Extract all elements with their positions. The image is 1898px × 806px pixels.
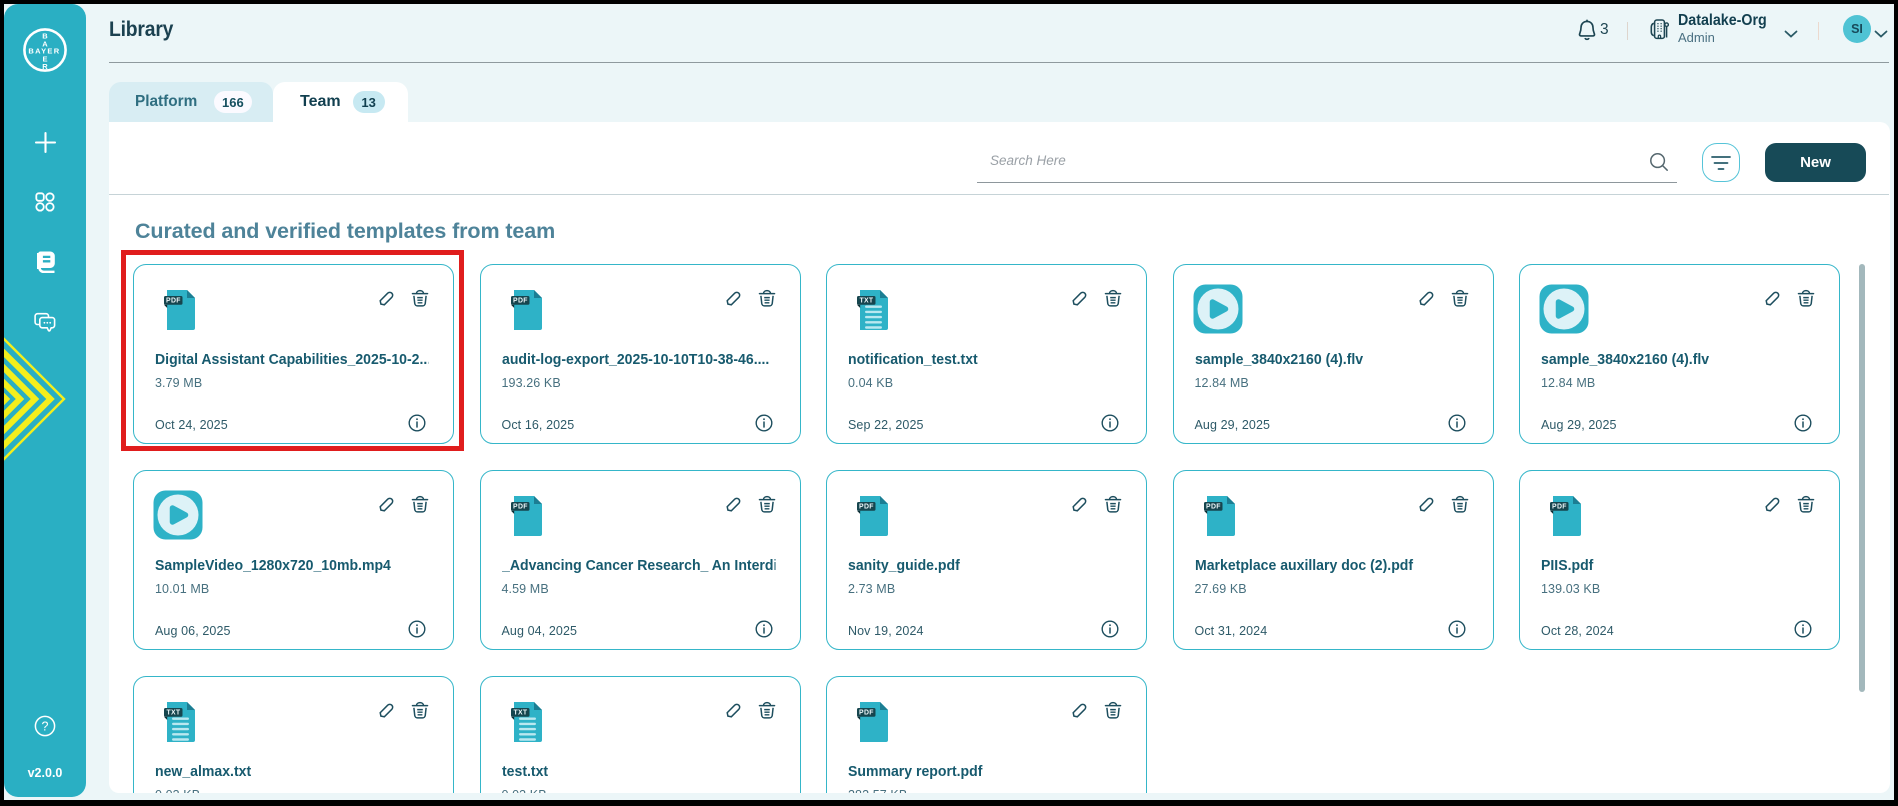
svg-text:PDF: PDF [859,504,874,511]
svg-text:TXT: TXT [859,298,873,305]
svg-text:A: A [42,40,48,49]
svg-text:PDF: PDF [1552,504,1567,511]
svg-text:TXT: TXT [166,710,180,717]
svg-text:PDF: PDF [513,504,528,511]
svg-text:PDF: PDF [513,298,528,305]
svg-text:?: ? [42,720,49,734]
svg-text:PDF: PDF [859,710,874,717]
svg-text:PDF: PDF [1206,504,1221,511]
svg-text:R: R [42,62,48,71]
svg-text:TXT: TXT [513,710,527,717]
